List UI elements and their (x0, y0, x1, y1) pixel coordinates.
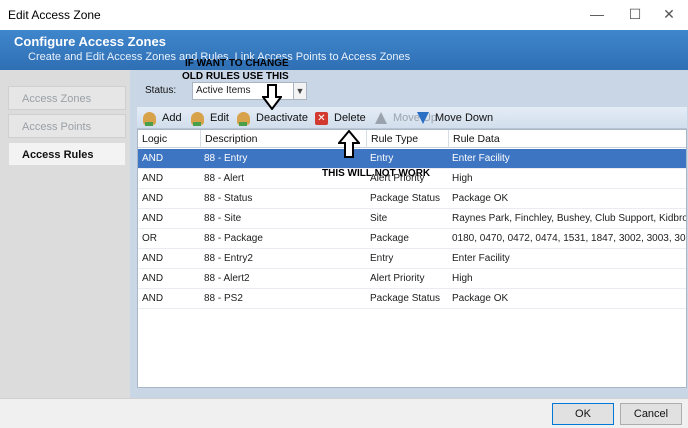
arrow-down-icon (417, 112, 429, 124)
cancel-button[interactable]: Cancel (620, 403, 682, 425)
cell-rule-type: Package Status (370, 293, 441, 304)
cell-rule-type: Site (370, 213, 388, 224)
table-row[interactable]: OR 88 - Package Package 0180, 0470, 0472, 0… (138, 229, 687, 249)
grid-header: Logic Description Rule Type Rule Data (138, 130, 686, 148)
cell-rule-data: Package OK (452, 193, 509, 204)
arrow-up-annotation-icon (338, 130, 360, 158)
delete-button[interactable]: ✕ Delete (315, 110, 366, 126)
chevron-down-icon[interactable]: ▼ (293, 82, 307, 100)
table-row[interactable]: AND 88 - Status Package Status Package OK (138, 189, 686, 209)
cell-rule-type: Entry (370, 153, 394, 164)
maximize-icon[interactable]: ☐ (618, 0, 652, 28)
dialog-header: Configure Access Zones Create and Edit A… (0, 30, 688, 70)
main-content: Status: Active Items ▼ Add Edit Deactiva… (130, 58, 688, 398)
cell-rule-data: Enter Facility (452, 253, 510, 264)
annotation-top-line1: IF WANT TO CHANGE (185, 58, 289, 69)
cell-rule-data: High (452, 273, 473, 284)
add-button[interactable]: Add (143, 110, 182, 126)
cell-description: 88 - Status (204, 193, 253, 204)
cell-logic: AND (142, 293, 164, 304)
arrow-up-icon (375, 112, 387, 124)
status-label: Status: (145, 85, 177, 96)
cell-rule-type: Alert Priority (370, 273, 425, 284)
cell-rule-type: Entry (370, 253, 394, 264)
sidebar-item-access-rules[interactable]: Access Rules (8, 142, 126, 166)
annotation-top-line2: OLD RULES USE THIS (182, 71, 289, 82)
header-title: Configure Access Zones (14, 34, 166, 49)
add-label: Add (162, 112, 182, 124)
cell-description: 88 - Entry2 (204, 253, 253, 264)
table-row[interactable]: AND 88 - PS2 Package Status Package OK (138, 289, 686, 309)
toolbar: Add Edit Deactivate ✕ Delete Move Up Mov… (137, 107, 687, 129)
close-icon[interactable]: ✕ (652, 0, 686, 28)
sidebar-item-access-zones[interactable]: Access Zones (8, 86, 126, 110)
delete-label: Delete (334, 112, 366, 124)
arrow-down-annotation-icon (262, 84, 282, 110)
cell-description: 88 - Package (204, 233, 263, 244)
add-user-icon (143, 111, 156, 126)
cell-logic: AND (142, 193, 164, 204)
minimize-icon[interactable]: — (580, 0, 614, 28)
cell-rule-data: Enter Facility (452, 153, 510, 164)
cell-logic: AND (142, 273, 164, 284)
deactivate-button[interactable]: Deactivate (237, 110, 308, 126)
table-row[interactable]: AND 88 - Entry2 Entry Enter Facility (138, 249, 686, 269)
column-header-rule-data[interactable]: Rule Data (448, 130, 686, 148)
column-header-rule-type[interactable]: Rule Type (366, 130, 448, 148)
column-header-logic[interactable]: Logic (138, 130, 200, 148)
delete-icon: ✕ (315, 111, 328, 125)
cell-rule-type: Package Status (370, 193, 441, 204)
table-row[interactable]: AND 88 - Alert2 Alert Priority High (138, 269, 686, 289)
move-down-label: Move Down (435, 112, 494, 124)
cell-logic: AND (142, 253, 164, 264)
cell-rule-data: Raynes Park, Finchley, Bushey, Club Supp… (452, 213, 687, 224)
move-down-button[interactable]: Move Down (417, 110, 493, 126)
title-bar: Edit Access Zone — ☐ ✕ (0, 0, 688, 30)
cell-rule-data: High (452, 173, 473, 184)
sidebar-item-access-points[interactable]: Access Points (8, 114, 126, 138)
cell-logic: OR (142, 233, 157, 244)
deactivate-label: Deactivate (256, 112, 308, 124)
cell-rule-type: Package (370, 233, 409, 244)
cell-logic: AND (142, 153, 164, 164)
status-filter: Status: Active Items ▼ (137, 80, 687, 102)
dialog-footer: OK Cancel (0, 398, 688, 428)
table-row[interactable]: AND 88 - Entry Entry Enter Facility (138, 149, 686, 169)
sidebar: Access Zones Access Points Access Rules (0, 70, 130, 398)
edit-button[interactable]: Edit (191, 110, 229, 126)
table-row[interactable]: AND 88 - Site Site Raynes Park, Finchley, B… (138, 209, 687, 229)
deactivate-user-icon (237, 111, 250, 126)
window-title: Edit Access Zone (8, 8, 101, 22)
annotation-bottom: THIS WILL NOT WORK (322, 168, 431, 179)
cell-logic: AND (142, 213, 164, 224)
cell-rule-data: Package OK (452, 293, 509, 304)
edit-user-icon (191, 111, 204, 126)
ok-button[interactable]: OK (552, 403, 614, 425)
cell-description: 88 - PS2 (204, 293, 243, 304)
cell-description: 88 - Alert2 (204, 273, 250, 284)
cell-rule-data: 0180, 0470, 0472, 0474, 1531, 1847, 3002… (452, 233, 687, 244)
cell-description: 88 - Site (204, 213, 242, 224)
edit-label: Edit (210, 112, 229, 124)
cell-logic: AND (142, 173, 164, 184)
